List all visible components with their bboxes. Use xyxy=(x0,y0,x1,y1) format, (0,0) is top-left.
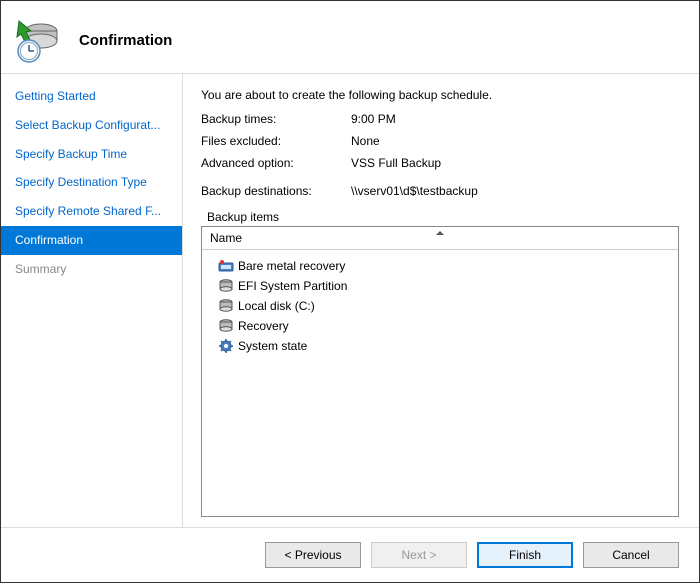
backup-items-list[interactable]: Name Bare metal recovery EFI System Part… xyxy=(201,226,679,517)
label-files-excluded: Files excluded: xyxy=(201,134,351,148)
recovery-icon xyxy=(218,258,234,274)
disk-icon xyxy=(218,298,234,314)
list-item-label: System state xyxy=(238,339,307,353)
label-backup-times: Backup times: xyxy=(201,112,351,126)
value-advanced-option: VSS Full Backup xyxy=(351,156,679,170)
list-item[interactable]: EFI System Partition xyxy=(208,276,672,296)
list-item[interactable]: Local disk (C:) xyxy=(208,296,672,316)
step-specify-remote-shared[interactable]: Specify Remote Shared F... xyxy=(1,197,182,226)
finish-button[interactable]: Finish xyxy=(477,542,573,568)
intro-text: You are about to create the following ba… xyxy=(201,88,679,102)
step-summary: Summary xyxy=(1,255,182,284)
backup-wizard-icon xyxy=(13,17,59,63)
disk-icon xyxy=(218,318,234,334)
list-item[interactable]: Recovery xyxy=(208,316,672,336)
list-item-label: EFI System Partition xyxy=(238,279,347,293)
previous-button[interactable]: < Previous xyxy=(265,542,361,568)
value-files-excluded: None xyxy=(351,134,679,148)
list-item[interactable]: Bare metal recovery xyxy=(208,256,672,276)
list-item[interactable]: System state xyxy=(208,336,672,356)
cancel-button[interactable]: Cancel xyxy=(583,542,679,568)
value-backup-destinations: \\vserv01\d$\testbackup xyxy=(351,184,679,198)
row-files-excluded: Files excluded: None xyxy=(201,134,679,148)
wizard-steps-sidebar: Getting Started Select Backup Configurat… xyxy=(1,74,183,527)
step-specify-destination-type[interactable]: Specify Destination Type xyxy=(1,168,182,197)
step-select-backup-config[interactable]: Select Backup Configurat... xyxy=(1,111,182,140)
wizard-header: Confirmation xyxy=(1,1,699,73)
label-backup-destinations: Backup destinations: xyxy=(201,184,351,198)
step-confirmation[interactable]: Confirmation xyxy=(1,226,182,255)
list-item-label: Bare metal recovery xyxy=(238,259,345,273)
step-getting-started[interactable]: Getting Started xyxy=(1,82,182,111)
row-backup-destinations: Backup destinations: \\vserv01\d$\testba… xyxy=(201,184,679,198)
wizard-body: Getting Started Select Backup Configurat… xyxy=(1,73,699,527)
list-body: Bare metal recovery EFI System Partition… xyxy=(202,250,678,362)
column-name: Name xyxy=(210,231,242,245)
page-title: Confirmation xyxy=(79,32,172,49)
wizard-footer: < Previous Next > Finish Cancel xyxy=(1,527,699,582)
list-item-label: Local disk (C:) xyxy=(238,299,315,313)
gear-icon xyxy=(218,338,234,354)
list-column-header[interactable]: Name xyxy=(202,227,678,250)
next-button: Next > xyxy=(371,542,467,568)
list-item-label: Recovery xyxy=(238,319,289,333)
sort-ascending-icon xyxy=(436,231,444,235)
step-specify-backup-time[interactable]: Specify Backup Time xyxy=(1,140,182,169)
content-pane: You are about to create the following ba… xyxy=(183,74,699,527)
row-advanced-option: Advanced option: VSS Full Backup xyxy=(201,156,679,170)
backup-items-label: Backup items xyxy=(201,210,679,224)
disk-icon xyxy=(218,278,234,294)
row-backup-times: Backup times: 9:00 PM xyxy=(201,112,679,126)
label-advanced-option: Advanced option: xyxy=(201,156,351,170)
value-backup-times: 9:00 PM xyxy=(351,112,679,126)
